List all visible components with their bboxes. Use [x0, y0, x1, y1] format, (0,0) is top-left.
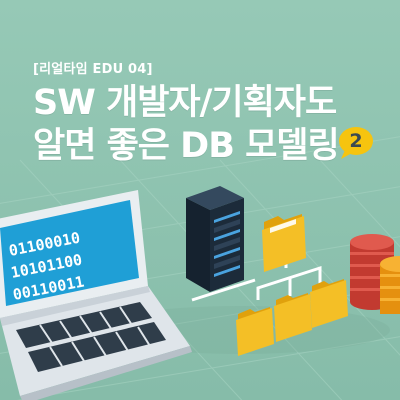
episode-badge: 2 — [337, 126, 375, 160]
title-line-1: SW 개발자/기획자도 — [33, 83, 337, 123]
laptop-icon: 01100010 10101100 00110011 — [0, 190, 192, 400]
illustration: 01100010 10101100 00110011 — [0, 186, 400, 400]
episode-number: 2 — [349, 130, 363, 152]
folder-icon-top — [262, 214, 306, 272]
series-tag: [리얼타임 EDU 04] — [33, 62, 153, 77]
server-icon — [186, 186, 244, 292]
banner: [리얼타임 EDU 04] SW 개발자/기획자도 알면 좋은 DB 모델링 2 — [0, 0, 400, 400]
coin-stack-orange — [380, 256, 400, 314]
